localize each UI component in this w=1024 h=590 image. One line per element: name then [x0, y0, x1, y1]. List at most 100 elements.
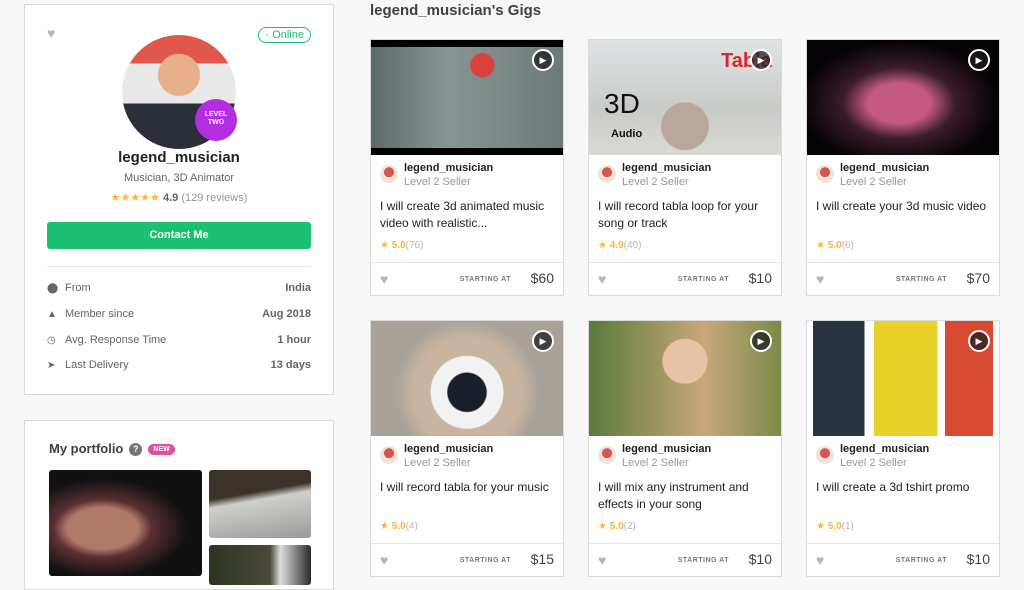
- seller-name[interactable]: legend_musician: [840, 162, 929, 174]
- gig-footer: ♥ STARTING AT $10: [589, 543, 781, 577]
- starting-at-label: STARTING AT: [895, 276, 947, 283]
- star-icon: ★★★★★: [110, 192, 160, 204]
- seller-avatar[interactable]: [598, 165, 616, 183]
- gig-price: $10: [748, 270, 772, 286]
- rating-count: (2): [623, 521, 636, 532]
- seller-avatar[interactable]: [380, 165, 398, 183]
- seller-name[interactable]: legend_musician: [840, 443, 929, 455]
- gig-price: $60: [530, 270, 554, 286]
- gig-card[interactable]: ▶ legend_musician Level 2 Seller I will mix…: [588, 320, 782, 577]
- play-video-icon[interactable]: ▶: [750, 330, 772, 352]
- seller-avatar[interactable]: [816, 165, 834, 183]
- gig-rating: ★ 5.0(76): [380, 240, 423, 251]
- seller-name[interactable]: legend_musician: [404, 443, 493, 455]
- help-icon[interactable]: ?: [129, 443, 143, 457]
- seller-avatar[interactable]: [380, 446, 398, 464]
- portfolio-item[interactable]: [209, 545, 311, 585]
- seller-name[interactable]: legend_musician: [622, 443, 711, 455]
- seller-level: Level 2 Seller: [622, 176, 689, 188]
- new-badge: NEW: [148, 444, 175, 456]
- rating-value: 5.0: [827, 240, 842, 251]
- user-icon: ▲: [47, 309, 57, 320]
- gig-card[interactable]: ▶ legend_musician Level 2 Seller I will cre…: [806, 320, 1000, 577]
- favorite-heart-icon[interactable]: ♥: [598, 271, 606, 287]
- star-icon: ★: [380, 240, 389, 251]
- seller-title: Musician, 3D Animator: [123, 172, 235, 184]
- seller-level: Level 2 Seller: [840, 457, 907, 469]
- rating-count: (1): [841, 521, 854, 532]
- stat-from: ⬤ From India: [47, 282, 311, 294]
- rating-value: 5.0: [827, 521, 842, 532]
- seller-level: Level 2 Seller: [622, 457, 689, 469]
- play-video-icon[interactable]: ▶: [968, 330, 990, 352]
- review-count[interactable]: (129 reviews): [181, 192, 247, 204]
- seller-profile-card: ♥ · Online LEVEL TWO legend_musician Musi…: [24, 4, 334, 395]
- play-video-icon[interactable]: ▶: [532, 49, 554, 71]
- paper-plane-icon: ➤: [47, 360, 56, 371]
- gig-title[interactable]: I will record tabla for your music: [380, 479, 556, 496]
- rating-count: (40): [623, 240, 642, 251]
- favorite-heart-icon[interactable]: ♥: [816, 552, 824, 568]
- seller-avatar[interactable]: [598, 446, 616, 464]
- gig-card[interactable]: 3D Audio Tabla ▶ legend_musician Level 2 Sell…: [588, 39, 782, 296]
- gig-footer: ♥ STARTING AT $10: [589, 262, 781, 296]
- gig-footer: ♥ STARTING AT $15: [371, 543, 563, 577]
- gig-rating: ★ 5.0(6): [816, 240, 854, 251]
- seller-username[interactable]: legend_musician: [25, 149, 333, 166]
- favorite-heart-icon[interactable]: ♥: [47, 25, 55, 41]
- level-two-badge: LEVEL TWO: [195, 99, 237, 141]
- starting-at-label: STARTING AT: [459, 557, 511, 564]
- gig-footer: ♥ STARTING AT $60: [371, 262, 563, 296]
- gig-rating: ★ 5.0(2): [598, 521, 636, 532]
- seller-level: Level 2 Seller: [404, 176, 471, 188]
- gig-rating: ★ 4.9(40): [598, 240, 641, 251]
- starting-at-label: STARTING AT: [677, 557, 729, 564]
- seller-level: Level 2 Seller: [404, 457, 471, 469]
- starting-at-label: STARTING AT: [677, 276, 729, 283]
- portfolio-card: My portfolio? NEW: [24, 420, 334, 590]
- star-icon: ★: [816, 240, 825, 251]
- play-video-icon[interactable]: ▶: [750, 49, 772, 71]
- gig-price: $10: [966, 551, 990, 567]
- portfolio-title: My portfolio? NEW: [49, 441, 175, 457]
- play-video-icon[interactable]: ▶: [968, 49, 990, 71]
- favorite-heart-icon[interactable]: ♥: [598, 552, 606, 568]
- gig-title[interactable]: I will mix any instrument and effects in…: [598, 479, 774, 513]
- rating-value: 4.9: [609, 240, 624, 251]
- seller-name[interactable]: legend_musician: [622, 162, 711, 174]
- gig-price: $10: [748, 551, 772, 567]
- seller-avatar[interactable]: [816, 446, 834, 464]
- gig-card[interactable]: ▶ legend_musician Level 2 Seller I will cre…: [370, 39, 564, 296]
- rating-value: 5.0: [391, 240, 406, 251]
- seller-name[interactable]: legend_musician: [404, 162, 493, 174]
- stat-response-time: ◷ Avg. Response Time 1 hour: [47, 334, 311, 346]
- gig-price: $15: [530, 551, 554, 567]
- location-pin-icon: ⬤: [47, 283, 59, 294]
- gig-price: $70: [966, 270, 990, 286]
- gig-card[interactable]: ▶ legend_musician Level 2 Seller I will rec…: [370, 320, 564, 577]
- star-icon: ★: [380, 521, 389, 532]
- rating-value: 5.0: [391, 521, 406, 532]
- gig-title[interactable]: I will create a 3d tshirt promo: [816, 479, 992, 496]
- gig-title[interactable]: I will create your 3d music video: [816, 198, 992, 215]
- play-video-icon[interactable]: ▶: [532, 330, 554, 352]
- gig-card[interactable]: ▶ legend_musician Level 2 Seller I will cre…: [806, 39, 1000, 296]
- gig-footer: ♥ STARTING AT $10: [807, 543, 999, 577]
- rating-count: (4): [405, 521, 418, 532]
- star-icon: ★: [598, 240, 607, 251]
- gig-title[interactable]: I will record tabla loop for your song o…: [598, 198, 774, 232]
- favorite-heart-icon[interactable]: ♥: [380, 271, 388, 287]
- stat-member-since: ▲ Member since Aug 2018: [47, 308, 311, 320]
- favorite-heart-icon[interactable]: ♥: [816, 271, 824, 287]
- gig-rating: ★ 5.0(1): [816, 521, 854, 532]
- star-icon: ★: [598, 521, 607, 532]
- online-status-badge: · Online: [258, 27, 311, 43]
- portfolio-item[interactable]: [49, 470, 202, 576]
- rating-count: (6): [841, 240, 854, 251]
- portfolio-item[interactable]: [209, 470, 311, 538]
- contact-me-button[interactable]: Contact Me: [47, 222, 311, 249]
- gigs-section-title: legend_musician's Gigs: [370, 2, 542, 19]
- thumbnail-overlay-audio: Audio: [611, 128, 643, 140]
- gig-title[interactable]: I will create 3d animated music video wi…: [380, 198, 556, 232]
- favorite-heart-icon[interactable]: ♥: [380, 552, 388, 568]
